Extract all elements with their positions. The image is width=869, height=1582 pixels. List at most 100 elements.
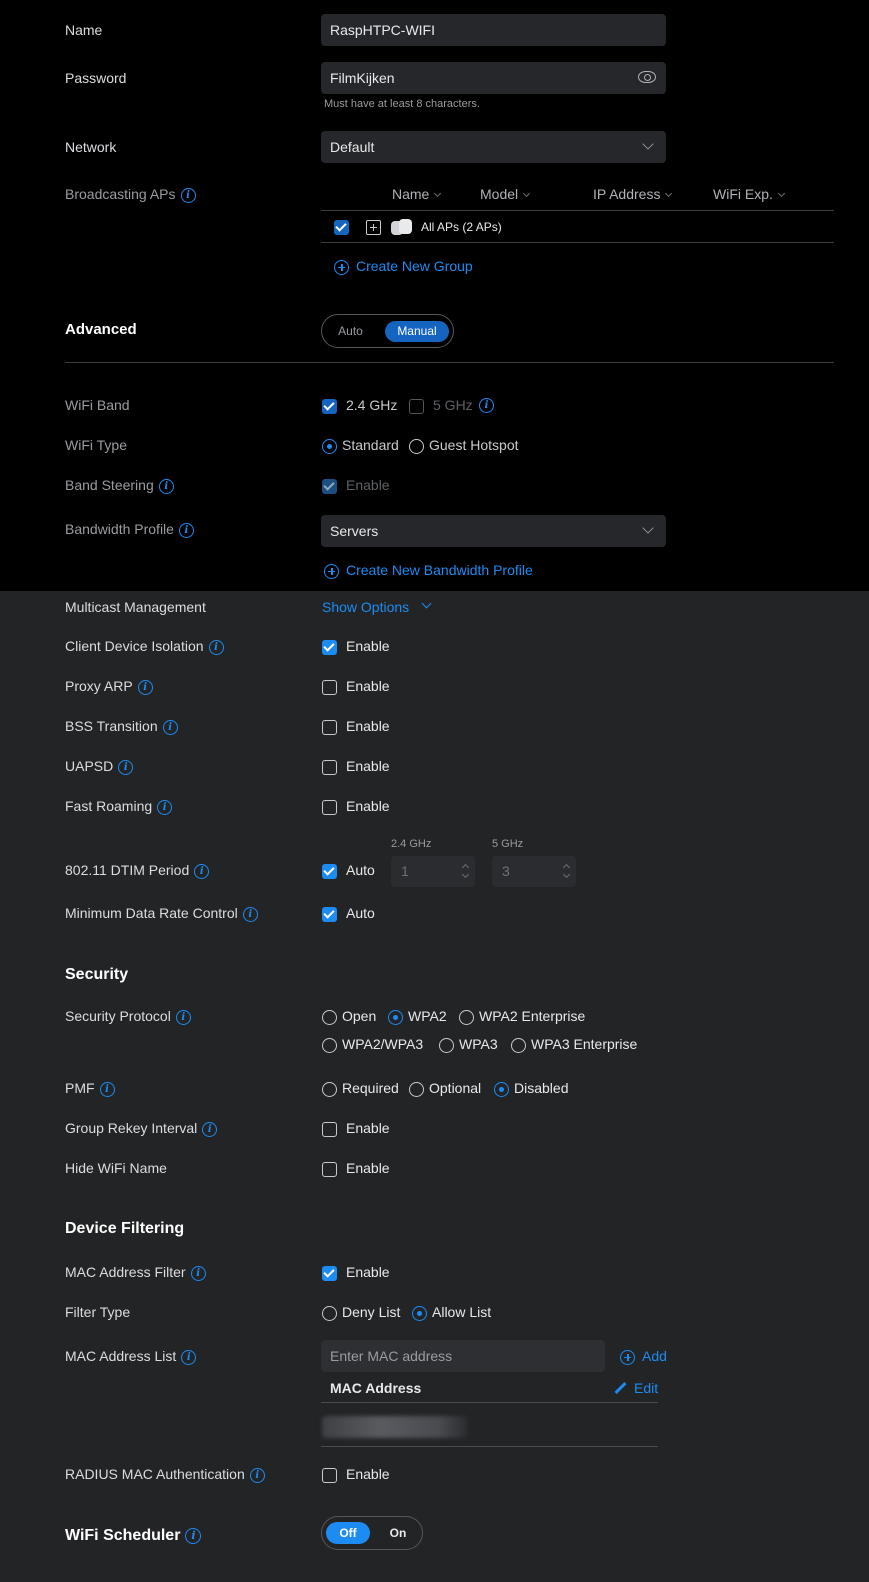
mac-address-input[interactable]: Enter MAC address — [321, 1340, 605, 1372]
protocol-wpa3ent-radio[interactable] — [511, 1038, 526, 1053]
scheduler-on[interactable]: On — [376, 1522, 420, 1544]
band-5-checkbox[interactable] — [409, 399, 424, 414]
info-icon[interactable]: i — [137, 679, 153, 695]
col-model[interactable]: Model — [480, 186, 531, 202]
info-icon[interactable]: i — [185, 1527, 202, 1544]
type-standard-radio[interactable] — [322, 439, 337, 454]
dtim-band1-label: 2.4 GHz — [391, 838, 432, 850]
scheduler-toggle[interactable]: Off On — [321, 1516, 423, 1550]
hide-wifi-checkbox[interactable] — [322, 1162, 337, 1177]
bandwidth-profile-label: Bandwidth Profile i — [65, 521, 194, 538]
pmf-optional-radio[interactable] — [409, 1082, 424, 1097]
device-filtering-title: Device Filtering — [65, 1220, 185, 1237]
info-icon[interactable]: i — [157, 799, 173, 815]
dtim-5-input[interactable]: 3 — [492, 856, 576, 887]
radius-mac-value: Enable — [346, 1466, 390, 1482]
password-input[interactable]: FilmKijken — [321, 62, 666, 94]
divider — [321, 1446, 658, 1447]
min-rate-auto-checkbox[interactable] — [322, 907, 337, 922]
create-group-link[interactable]: Create New Group — [334, 258, 473, 275]
radius-mac-label: RADIUS MAC Authentication i — [65, 1466, 265, 1483]
info-icon[interactable]: i — [242, 906, 258, 922]
mac-filter-checkbox[interactable] — [322, 1266, 337, 1281]
protocol-wpa3-radio[interactable] — [439, 1038, 454, 1053]
hide-wifi-value: Enable — [346, 1160, 390, 1176]
protocol-open-radio[interactable] — [322, 1010, 337, 1025]
divider — [321, 242, 834, 243]
info-icon[interactable]: i — [479, 398, 494, 413]
band-5-label: 5 GHz — [433, 397, 473, 413]
sort-icon — [434, 189, 442, 198]
info-icon[interactable]: i — [194, 863, 210, 879]
protocol-wpa2-radio[interactable] — [388, 1010, 403, 1025]
uapsd-checkbox[interactable] — [322, 760, 337, 775]
bandwidth-profile-select[interactable]: Servers — [321, 515, 666, 547]
band-steering-value: Enable — [346, 477, 390, 493]
dtim-24-input[interactable]: 1 — [391, 856, 475, 887]
type-hotspot-label: Guest Hotspot — [429, 437, 519, 453]
bss-transition-checkbox[interactable] — [322, 720, 337, 735]
wifi-scheduler-text: WiFi Scheduler — [65, 1527, 181, 1544]
chevron-down-icon — [642, 138, 654, 150]
info-icon[interactable]: i — [175, 1009, 191, 1025]
col-ip[interactable]: IP Address — [593, 186, 673, 202]
info-icon[interactable]: i — [190, 1265, 206, 1281]
pencil-icon — [614, 1381, 627, 1395]
type-standard-label: Standard — [342, 437, 399, 453]
advanced-manual[interactable]: Manual — [385, 321, 449, 342]
info-icon[interactable]: i — [118, 759, 134, 775]
mac-filter-label: MAC Address Filter i — [65, 1264, 206, 1281]
mac-filter-value: Enable — [346, 1264, 390, 1280]
info-icon[interactable]: i — [178, 522, 194, 538]
col-wifi-exp-text: WiFi Exp. — [713, 186, 773, 202]
deny-list-radio[interactable] — [322, 1306, 337, 1321]
sort-icon — [777, 189, 785, 198]
client-isolation-checkbox[interactable] — [322, 640, 337, 655]
wifi-band-label: WiFi Band — [65, 397, 130, 413]
network-select[interactable]: Default — [321, 131, 666, 163]
option-value: Enable — [346, 758, 390, 774]
protocol-wpa3-label: WPA3 — [459, 1036, 498, 1052]
allow-list-radio[interactable] — [412, 1306, 427, 1321]
info-icon[interactable]: i — [249, 1467, 265, 1483]
radius-mac-text: RADIUS MAC Authentication — [65, 1466, 245, 1482]
proxy-arp-checkbox[interactable] — [322, 680, 337, 695]
protocol-open-label: Open — [342, 1008, 377, 1024]
option-label: BSS Transition i — [65, 718, 178, 735]
add-mac-button[interactable]: Add — [620, 1348, 667, 1365]
advanced-auto[interactable]: Auto — [328, 321, 373, 342]
expand-icon[interactable] — [366, 220, 381, 235]
info-icon[interactable]: i — [158, 478, 174, 494]
protocol-wpa2wpa3-radio[interactable] — [322, 1038, 337, 1053]
info-icon[interactable]: i — [181, 1349, 197, 1365]
fast-roaming-checkbox[interactable] — [322, 800, 337, 815]
pmf-label: PMF i — [65, 1080, 115, 1097]
show-options-link[interactable]: Show Options — [322, 598, 432, 615]
scheduler-off[interactable]: Off — [326, 1522, 370, 1544]
option-label-text: Fast Roaming — [65, 798, 153, 814]
protocol-wpa2ent-radio[interactable] — [459, 1010, 474, 1025]
security-title: Security — [65, 966, 129, 983]
info-icon[interactable]: i — [162, 719, 178, 735]
dtim-auto-checkbox[interactable] — [322, 864, 337, 879]
col-wifi-exp[interactable]: WiFi Exp. — [713, 186, 785, 202]
create-bandwidth-link[interactable]: Create New Bandwidth Profile — [324, 562, 533, 579]
type-hotspot-radio[interactable] — [409, 439, 424, 454]
advanced-toggle[interactable]: Auto Manual — [321, 314, 454, 348]
all-aps-checkbox[interactable] — [334, 220, 349, 235]
info-icon[interactable]: i — [208, 639, 224, 655]
col-name[interactable]: Name — [392, 186, 442, 202]
pmf-disabled-radio[interactable] — [494, 1082, 509, 1097]
dtim-band2-label: 5 GHz — [492, 838, 524, 850]
edit-mac-button[interactable]: Edit — [614, 1380, 658, 1396]
info-icon[interactable]: i — [202, 1121, 218, 1137]
rekey-checkbox[interactable] — [322, 1122, 337, 1137]
security-protocol-label: Security Protocol i — [65, 1008, 191, 1025]
name-input[interactable]: RaspHTPC-WIFI — [321, 14, 666, 46]
radius-mac-checkbox[interactable] — [322, 1468, 337, 1483]
info-icon[interactable]: i — [99, 1081, 115, 1097]
band-24-checkbox[interactable] — [322, 399, 337, 414]
info-icon[interactable]: i — [180, 187, 196, 203]
eye-icon[interactable] — [638, 71, 656, 83]
pmf-required-radio[interactable] — [322, 1082, 337, 1097]
